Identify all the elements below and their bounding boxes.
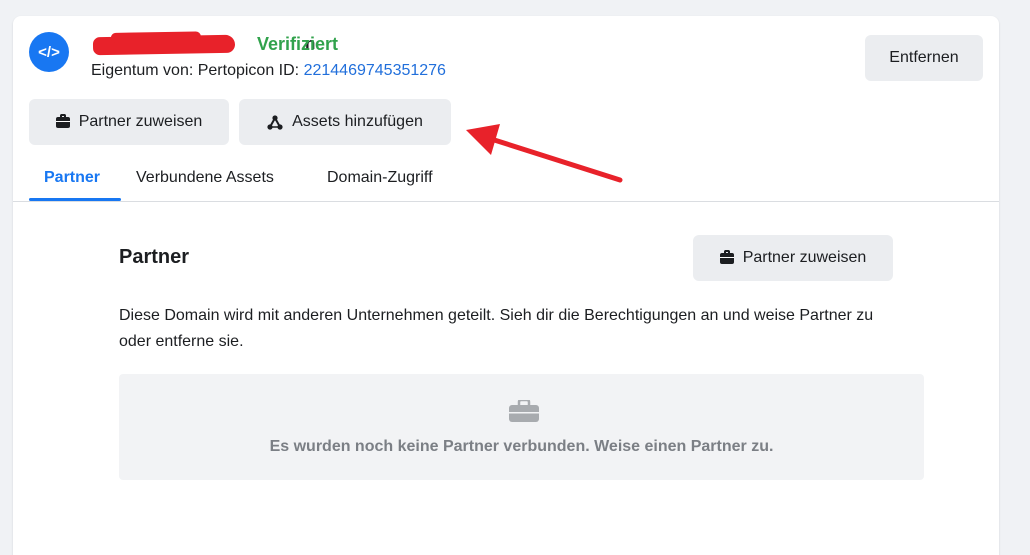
empty-state-text: Es wurden noch keine Partner verbunden. … <box>269 438 774 455</box>
card-header: </> n Verifiziert Eigentum von: Pertopic… <box>13 16 999 202</box>
assign-partner-button-label: Partner zuweisen <box>78 113 203 130</box>
assign-partner-button[interactable]: Partner zuweisen <box>29 99 229 145</box>
section-description: Diese Domain wird mit anderen Unternehme… <box>119 307 874 350</box>
domain-card: </> n Verifiziert Eigentum von: Pertopic… <box>13 16 999 555</box>
owner-line: Eigentum von: Pertopicon ID: 22144697453… <box>91 62 446 80</box>
id-label: ID: <box>278 62 300 79</box>
briefcase-icon <box>719 249 734 264</box>
assign-partner-button-secondary[interactable]: Partner zuweisen <box>693 235 893 281</box>
redaction-mark <box>92 34 236 56</box>
active-tab-indicator <box>29 198 121 201</box>
id-value[interactable]: 2214469745351276 <box>304 62 446 79</box>
owner-label: Eigentum von: Pertopicon <box>91 62 275 79</box>
verified-badge: Verifiziert <box>257 34 339 54</box>
code-brackets-icon: </> <box>29 32 69 72</box>
briefcase-icon <box>55 113 70 128</box>
network-nodes-icon <box>267 114 283 130</box>
remove-button[interactable]: Entfernen <box>865 35 983 81</box>
tab-connected-assets[interactable]: Verbundene Assets <box>136 169 274 205</box>
add-assets-button-label: Assets hinzufügen <box>292 113 423 130</box>
add-assets-button[interactable]: Assets hinzufügen <box>239 99 451 145</box>
remove-button-label: Entfernen <box>889 49 959 66</box>
assign-partner-secondary-label: Partner zuweisen <box>742 249 867 266</box>
avatar-glyph: </> <box>38 43 60 61</box>
section-title: Partner <box>119 246 190 268</box>
empty-state: Es wurden noch keine Partner verbunden. … <box>119 374 924 480</box>
tab-domain-access[interactable]: Domain-Zugriff <box>327 169 433 205</box>
briefcase-icon <box>509 400 539 422</box>
domain-name: n <box>92 34 315 56</box>
